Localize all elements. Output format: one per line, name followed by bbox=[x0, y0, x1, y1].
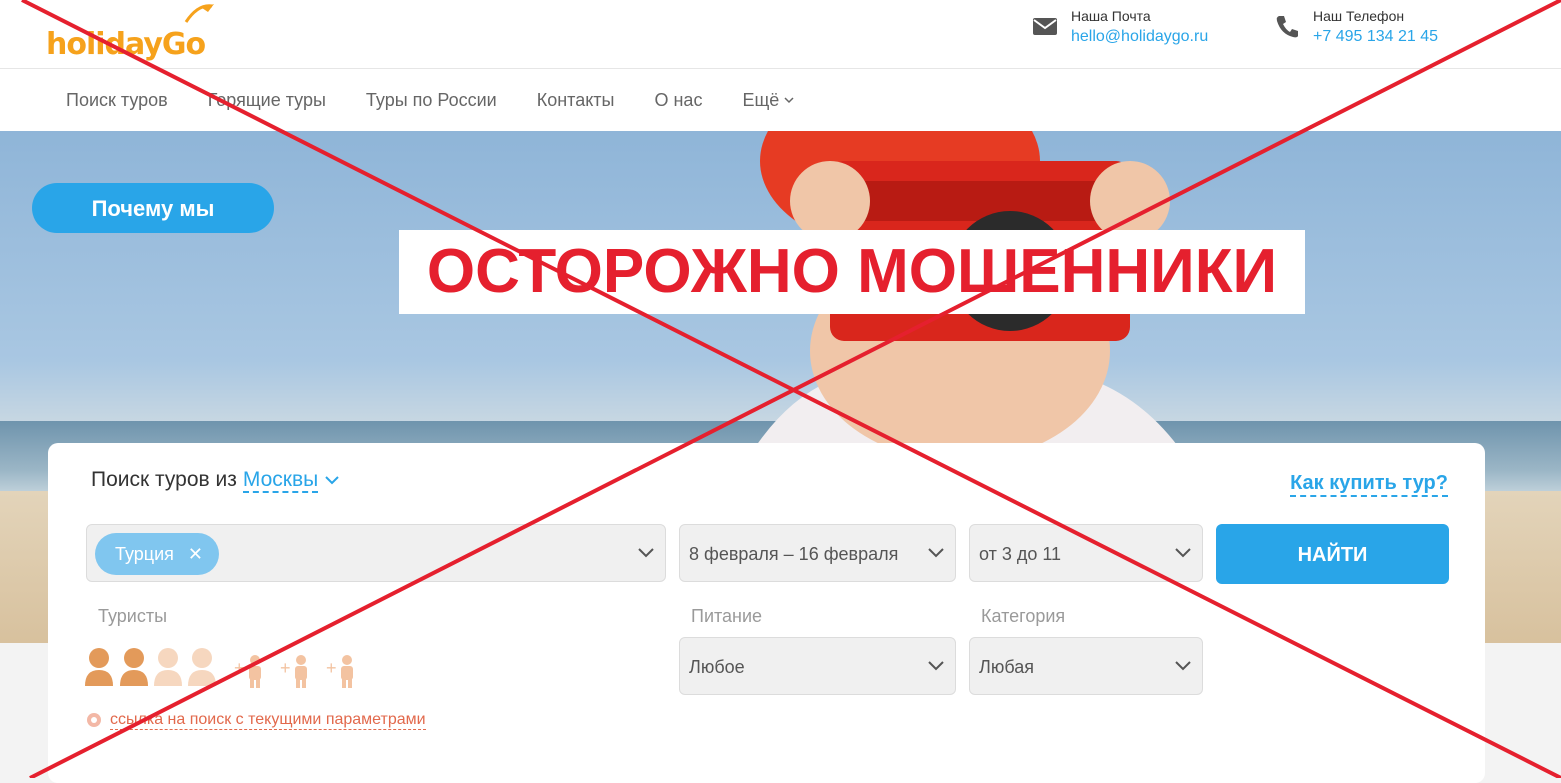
nav-item-contacts[interactable]: Контакты bbox=[537, 90, 615, 111]
adult-icon[interactable] bbox=[154, 648, 182, 686]
food-select[interactable]: Любое bbox=[679, 637, 956, 695]
nav-item-about[interactable]: О нас bbox=[654, 90, 702, 111]
why-us-button[interactable]: Почему мы bbox=[32, 183, 274, 233]
logo[interactable]: holidayGo bbox=[46, 4, 214, 62]
departure-city-select[interactable]: Москвы bbox=[242, 468, 319, 493]
main-nav: Поиск туров Горящие туры Туры по России … bbox=[0, 69, 1561, 131]
tourists-label: Туристы bbox=[98, 606, 168, 626]
svg-text:+: + bbox=[326, 658, 337, 678]
chevron-down-icon[interactable] bbox=[1174, 660, 1192, 672]
plane-icon bbox=[184, 4, 214, 23]
envelope-icon bbox=[1033, 18, 1057, 35]
country-chip[interactable]: Турция ✕ bbox=[95, 533, 219, 575]
mail-link[interactable]: hello@holidaygo.ru bbox=[1071, 26, 1208, 48]
country-select[interactable]: Турция ✕ bbox=[86, 524, 666, 582]
chevron-down-icon[interactable] bbox=[324, 475, 340, 485]
child-icon[interactable]: + bbox=[234, 655, 261, 688]
close-icon[interactable]: ✕ bbox=[188, 533, 203, 575]
chevron-down-icon bbox=[784, 97, 794, 104]
link-pin-icon bbox=[87, 712, 101, 727]
child-icon[interactable]: + bbox=[280, 655, 307, 688]
food-label: Питание bbox=[691, 606, 763, 626]
category-select[interactable]: Любая bbox=[969, 637, 1203, 695]
find-button[interactable]: НАЙТИ bbox=[1216, 524, 1449, 584]
nav-item-russia-tours[interactable]: Туры по России bbox=[366, 90, 497, 111]
nights-value: от 3 до 11 bbox=[979, 544, 1062, 564]
search-params-link[interactable]: ссылка на поиск с текущими параметрами bbox=[110, 711, 426, 730]
contact-phone: Наш Телефон +7 495 134 21 45 bbox=[1273, 6, 1438, 48]
search-card: Поиск туров из Москвы Как купить тур? Тур… bbox=[48, 443, 1485, 783]
phone-label: Наш Телефон bbox=[1313, 8, 1405, 24]
search-title: Поиск туров из Москвы bbox=[91, 468, 340, 493]
food-value: Любое bbox=[689, 657, 745, 677]
nav-item-search[interactable]: Поиск туров bbox=[66, 90, 168, 111]
adult-icon[interactable] bbox=[188, 648, 216, 686]
warning-banner: ОСТОРОЖНО МОШЕННИКИ bbox=[399, 230, 1305, 314]
nights-select[interactable]: от 3 до 11 bbox=[969, 524, 1203, 582]
tourists-selector[interactable]: + + + bbox=[84, 646, 384, 692]
mail-label: Наша Почта bbox=[1071, 8, 1151, 24]
phone-icon bbox=[1276, 16, 1298, 38]
top-bar: holidayGo Наша Почта hello@holidaygo.ru … bbox=[0, 0, 1561, 69]
contact-mail: Наша Почта hello@holidaygo.ru bbox=[1031, 6, 1208, 48]
category-value: Любая bbox=[979, 657, 1034, 677]
search-title-prefix: Поиск туров из bbox=[91, 468, 237, 491]
svg-text:+: + bbox=[234, 658, 245, 678]
nav-item-more-label: Ещё bbox=[742, 89, 780, 110]
how-to-buy-link[interactable]: Как купить тур? bbox=[1290, 472, 1448, 497]
nav-item-hot-tours[interactable]: Горящие туры bbox=[208, 90, 326, 111]
search-link-row[interactable]: ссылка на поиск с текущими параметрами bbox=[86, 711, 426, 730]
adult-icon[interactable] bbox=[120, 648, 148, 686]
svg-text:+: + bbox=[280, 658, 291, 678]
dates-value: 8 февраля – 16 февраля bbox=[689, 544, 899, 564]
phone-link[interactable]: +7 495 134 21 45 bbox=[1313, 26, 1438, 48]
chevron-down-icon[interactable] bbox=[637, 547, 655, 559]
nav-item-more[interactable]: Ещё bbox=[742, 90, 795, 111]
child-icon[interactable]: + bbox=[326, 655, 353, 688]
chevron-down-icon[interactable] bbox=[927, 660, 945, 672]
logo-text: holidayGo bbox=[46, 27, 206, 62]
chevron-down-icon[interactable] bbox=[927, 547, 945, 559]
dates-select[interactable]: 8 февраля – 16 февраля bbox=[679, 524, 956, 582]
country-chip-label: Турция bbox=[115, 544, 174, 564]
adult-icon[interactable] bbox=[85, 648, 113, 686]
category-label: Категория bbox=[981, 606, 1066, 626]
chevron-down-icon[interactable] bbox=[1174, 547, 1192, 559]
